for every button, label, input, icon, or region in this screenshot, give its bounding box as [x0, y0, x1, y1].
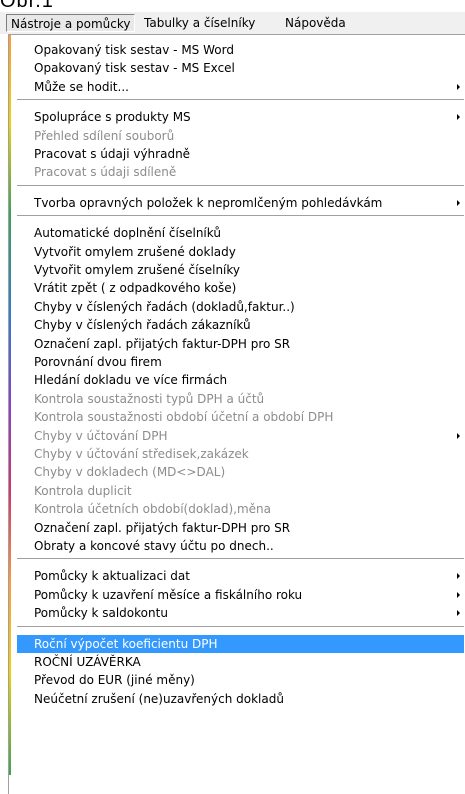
menu-item[interactable]: Pomůcky k saldokontu [17, 604, 464, 622]
menu-item-label: ROČNÍ UZÁVĚRKA [34, 655, 141, 669]
menu-item[interactable]: Tvorba opravných položek k nepromlčeným … [17, 194, 464, 212]
menu-item-label: Převod do EUR (jiné měny) [34, 673, 195, 688]
menubar: Nástroje a pomůcky Tabulky a číselníky N… [0, 12, 465, 34]
submenu-arrow-icon [457, 83, 460, 90]
menu-item[interactable]: Neúčetní zrušení (ne)uzavřených dokladů [17, 690, 464, 708]
menu-item[interactable]: Chyby v dokladech (MD<>DAL) [17, 463, 464, 481]
menu-item[interactable]: Označení zapl. přijatých faktur-DPH pro … [17, 335, 464, 353]
menu-item-label: Označení zapl. přijatých faktur-DPH pro … [34, 336, 291, 351]
submenu-arrow-icon [457, 199, 460, 206]
menu-nastroje[interactable]: Nástroje a pomůcky [6, 14, 136, 32]
menu-item[interactable]: Může se hodit... [17, 78, 464, 96]
menu-item-label: Může se hodit... [34, 79, 129, 94]
menu-item-label: Přehled sdílení souborů [34, 128, 175, 143]
menu-item-label: Chyby v účtování DPH [34, 428, 168, 443]
menu-item[interactable]: Hledání dokladu ve více firmách [17, 371, 464, 389]
menu-item[interactable]: Opakovaný tisk sestav - MS Word [17, 41, 464, 59]
menu-item[interactable]: Spolupráce s produkty MS [17, 108, 464, 126]
menu-item-label: Chyby v číslených řadách zákazníků [34, 318, 251, 333]
menu-item-label: Vytvořit omylem zrušené číselníky [34, 263, 241, 277]
menu-item-label: Kontrola soustažnosti období účetní a ob… [34, 410, 334, 425]
menu-item-label: Pracovat s údaji výhradně [34, 147, 191, 161]
menu-item-label: Kontrola soustažnosti typů DPH a účtů [34, 391, 265, 406]
menu-item[interactable]: Chyby v číslených řadách (dokladů,faktur… [17, 298, 464, 316]
menu-napoveda[interactable]: Nápověda [281, 14, 350, 32]
menu-item-label: Opakovaný tisk sestav - MS Excel [34, 61, 235, 76]
menu-separator [17, 184, 464, 187]
menu-item-label: Obraty a koncové stavy účtu po dnech.. [34, 539, 274, 553]
menu-item-label: Porovnání dvou firem [34, 355, 162, 369]
menu-item[interactable]: Označení zapl. přijatých faktur-DPH pro … [17, 519, 464, 537]
menu-item[interactable]: Chyby v účtování středisek,zakázek [17, 445, 464, 463]
submenu-arrow-icon [457, 432, 460, 439]
menu-tabulky[interactable]: Tabulky a číselníky [140, 14, 259, 32]
menu-item-label: Chyby v dokladech (MD<>DAL) [34, 465, 226, 480]
menu-item-label: Vytvořit omylem zrušené doklady [34, 244, 236, 259]
submenu-arrow-icon [457, 573, 460, 580]
menu-item-label: Tvorba opravných položek k nepromlčeným … [34, 195, 383, 210]
menu-item-label: Kontrola účetních období(doklad),měna [34, 502, 271, 517]
menu-item-label: Chyby v účtování středisek,zakázek [34, 447, 249, 461]
menu-item-label: Pomůcky k aktualizaci dat [34, 569, 190, 584]
menu-item[interactable]: Opakovaný tisk sestav - MS Excel [17, 59, 464, 77]
menu-item-label: Pracovat s údaji sdíleně [34, 165, 177, 180]
menu-item-label: Pomůcky k saldokontu [34, 606, 168, 621]
menu-item[interactable]: Chyby v číslených řadách zákazníků [17, 316, 464, 334]
menu-item-label: Hledání dokladu ve více firmách [34, 373, 228, 388]
menu-item[interactable]: Porovnání dvou firem [17, 353, 464, 371]
menu-item[interactable]: Přehled sdílení souborů [17, 127, 464, 145]
menu-item[interactable]: Kontrola soustažnosti období účetní a ob… [17, 408, 464, 426]
menu-item[interactable]: Vytvořit omylem zrušené číselníky [17, 261, 464, 279]
menu-separator [17, 558, 464, 561]
menu-item[interactable]: Automatické doplnění číselníků [17, 224, 464, 242]
menu-item[interactable]: Vytvořit omylem zrušené doklady [17, 243, 464, 261]
menu-item[interactable]: Kontrola účetních období(doklad),měna [17, 500, 464, 518]
menu-separator [17, 99, 464, 102]
menu-item-label: Kontrola duplicit [34, 483, 132, 498]
menu-item[interactable]: ROČNÍ UZÁVĚRKA [17, 653, 464, 671]
menu-separator [17, 625, 464, 628]
menu-item[interactable]: Vrátit zpět ( z odpadkového koše) [17, 279, 464, 297]
menu-item-label: Vrátit zpět ( z odpadkového koše) [34, 281, 237, 296]
submenu-arrow-icon [457, 114, 460, 121]
dropdown-menu: Opakovaný tisk sestav - MS Word Opakovaný… [8, 34, 465, 794]
menu-item[interactable]: Pracovat s údaji výhradně [17, 145, 464, 163]
menu-item[interactable]: Pracovat s údaji sdíleně [17, 163, 464, 181]
color-strip [9, 35, 11, 775]
menu-item-label: Neúčetní zrušení (ne)uzavřených dokladů [34, 691, 284, 706]
menu-item-label: Opakovaný tisk sestav - MS Word [34, 43, 234, 57]
menu-item[interactable]: Pomůcky k uzavření měsíce a fiskálního r… [17, 586, 464, 604]
submenu-arrow-icon [457, 591, 460, 598]
menu-item[interactable]: Obraty a koncové stavy účtu po dnech.. [17, 537, 464, 555]
menu-item[interactable]: Pomůcky k aktualizaci dat [17, 567, 464, 585]
menu-item-label: Chyby v číslených řadách (dokladů,faktur… [34, 299, 295, 314]
menu-item[interactable]: Chyby v účtování DPH [17, 427, 464, 445]
menu-item-label: Spolupráce s produkty MS [34, 110, 191, 125]
menu-item-label: Roční výpočet koeficientu DPH [34, 636, 218, 651]
menu-item[interactable]: Převod do EUR (jiné měny) [17, 671, 464, 689]
menu-separator [17, 215, 464, 218]
menu-item[interactable]: Kontrola soustažnosti typů DPH a účtů [17, 390, 464, 408]
menu-item-label: Automatické doplnění číselníků [34, 226, 221, 241]
menu-item-label: Pomůcky k uzavření měsíce a fiskálního r… [34, 587, 303, 602]
submenu-arrow-icon [457, 610, 460, 617]
menu-item-label: Označení zapl. přijatých faktur-DPH pro … [34, 520, 291, 535]
menu-item[interactable]: Kontrola duplicit [17, 482, 464, 500]
menu-item[interactable]: Roční výpočet koeficientu DPH [17, 634, 464, 653]
